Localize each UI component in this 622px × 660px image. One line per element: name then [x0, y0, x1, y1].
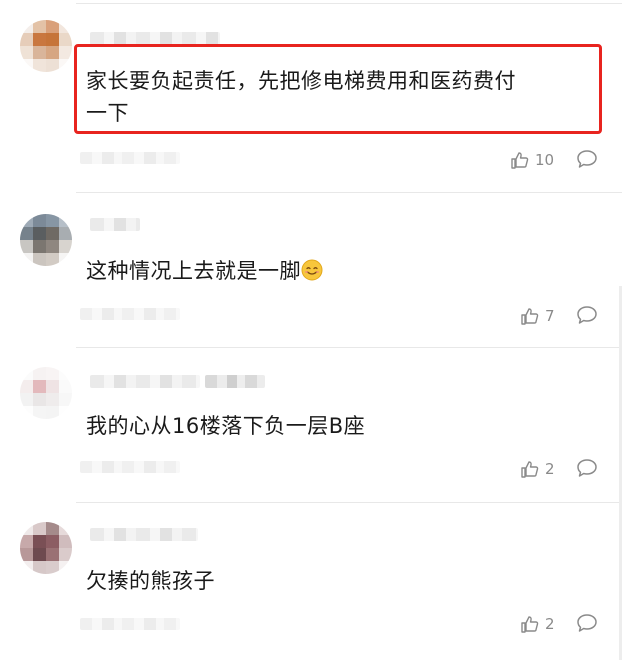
blurred-username [205, 375, 265, 388]
like-button[interactable]: 2 [520, 614, 555, 634]
comment-item-2: 这种情况上去就是一脚 7 [0, 192, 622, 347]
comment-text: 家长要负起责任，先把修电梯费用和医药费付 一下 [86, 62, 516, 132]
avatar[interactable] [20, 522, 72, 574]
thumbs-up-icon [521, 308, 539, 325]
comment-text-line: 欠揍的熊孩子 [86, 569, 215, 593]
comment-bubble-icon [577, 459, 597, 477]
blurred-timestamp [80, 152, 180, 164]
comment-item-3: 我的心从16楼落下负一层B座 2 [0, 347, 622, 502]
comment-text: 我的心从16楼落下负一层B座 [86, 407, 365, 445]
thumbs-up-icon [511, 152, 529, 169]
comment-bubble-icon [577, 150, 597, 168]
blurred-timestamp [80, 461, 180, 473]
comment-text-line: 我的心从16楼落下负一层B座 [86, 414, 366, 438]
comment-item-1: 家长要负起责任，先把修电梯费用和医药费付 一下 10 [0, 0, 622, 192]
blurred-username [90, 528, 198, 541]
like-button[interactable]: 7 [520, 306, 555, 326]
comment-item-4: 欠揍的熊孩子 2 [0, 502, 622, 660]
like-count: 7 [545, 307, 555, 325]
comment-text: 欠揍的熊孩子 [86, 562, 215, 600]
reply-button[interactable] [576, 613, 598, 633]
comment-text-line: 这种情况上去就是一脚 [86, 259, 301, 283]
blurred-timestamp [80, 618, 180, 630]
thumbs-up-icon [521, 616, 539, 633]
reply-button[interactable] [576, 149, 598, 169]
blurred-username [90, 218, 140, 231]
like-button[interactable]: 10 [510, 150, 554, 170]
thumbs-up-icon [521, 461, 539, 478]
avatar[interactable] [20, 20, 72, 72]
comment-bubble-icon [577, 306, 597, 324]
smile-emoji-icon [301, 259, 323, 281]
blurred-timestamp [80, 308, 180, 320]
avatar[interactable] [20, 214, 72, 266]
like-button[interactable]: 2 [520, 459, 555, 479]
reply-button[interactable] [576, 458, 598, 478]
blurred-username [90, 375, 200, 388]
like-count: 2 [545, 460, 555, 478]
comment-bubble-icon [577, 614, 597, 632]
comment-text: 这种情况上去就是一脚 [86, 252, 323, 290]
like-count: 2 [545, 615, 555, 633]
like-count: 10 [535, 151, 555, 169]
reply-button[interactable] [576, 305, 598, 325]
comment-text-line: 家长要负起责任，先把修电梯费用和医药费付 [86, 69, 516, 93]
avatar[interactable] [20, 367, 72, 419]
